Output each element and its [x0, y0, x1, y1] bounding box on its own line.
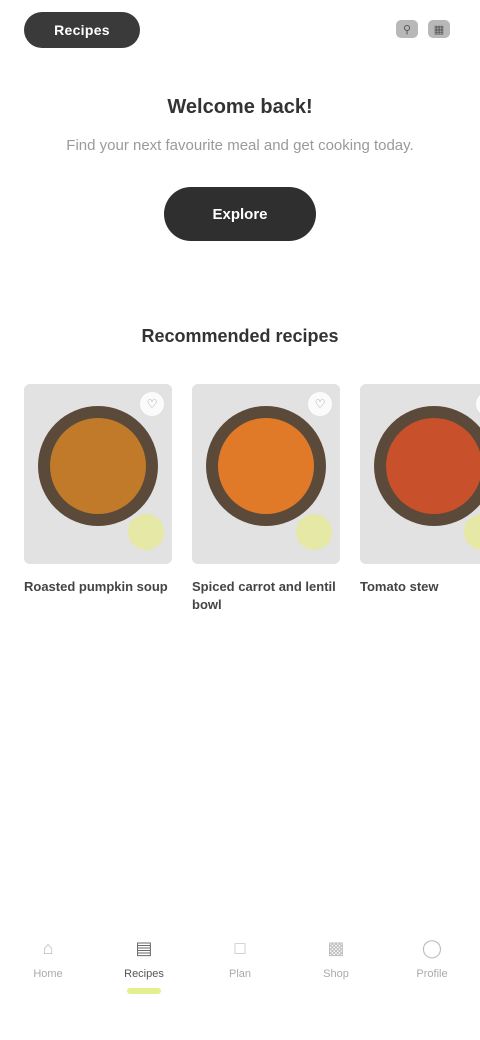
- bottom-nav: ⌂ Home ▤ Recipes □ Plan ▩ Shop ◯ Profile: [0, 920, 480, 1030]
- recipe-title[interactable]: Tomato stew: [360, 578, 480, 596]
- recipe-card[interactable]: ♡ Roasted pumpkin soup: [24, 384, 172, 614]
- heart-icon[interactable]: ♡: [308, 392, 332, 416]
- hero-title: Welcome back!: [167, 96, 313, 118]
- nav-indicator: [415, 988, 449, 994]
- top-bar: Recipes ⚲ ▦: [0, 0, 480, 64]
- recipe-card[interactable]: ♡ Spiced carrot and lentil bowl: [192, 384, 340, 614]
- nav-item-shop[interactable]: ▩ Shop: [296, 936, 376, 994]
- recipe-title[interactable]: Roasted pumpkin soup: [24, 578, 172, 596]
- nav-item-plan[interactable]: □ Plan: [200, 936, 280, 994]
- nav-indicator: [31, 988, 65, 994]
- recipe-image[interactable]: ♡: [24, 384, 172, 564]
- book-icon: ▤: [135, 937, 153, 958]
- food-shape: [386, 418, 480, 514]
- nav-item-recipes[interactable]: ▤ Recipes: [104, 936, 184, 994]
- recipe-card[interactable]: ♡ Tomato stew: [360, 384, 480, 614]
- hero-subtitle: Find your next favourite meal and get co…: [66, 137, 414, 154]
- nav-label: Home: [33, 968, 63, 980]
- recipe-title[interactable]: Spiced carrot and lentil bowl: [192, 578, 340, 614]
- recipe-carousel[interactable]: ♡ Roasted pumpkin soup ♡ Spiced carrot a…: [24, 384, 480, 644]
- hero-section: Welcome back! Find your next favourite m…: [0, 96, 480, 241]
- bag-icon: ▩: [327, 937, 345, 958]
- food-shape: [218, 418, 314, 514]
- carousel-track: ♡ Roasted pumpkin soup ♡ Spiced carrot a…: [24, 384, 480, 614]
- user-icon: ◯: [421, 937, 443, 958]
- garnish-shape: [128, 514, 164, 550]
- section-title: Recommended recipes: [141, 326, 339, 346]
- nav-indicator: [127, 988, 161, 994]
- brand-pill[interactable]: Recipes: [24, 12, 140, 48]
- heart-icon[interactable]: ♡: [476, 392, 480, 416]
- top-actions: ⚲ ▦: [396, 20, 450, 38]
- nav-label: Recipes: [124, 968, 164, 980]
- search-icon[interactable]: ⚲: [396, 20, 418, 38]
- garnish-shape: [464, 514, 480, 550]
- recipe-image[interactable]: ♡: [192, 384, 340, 564]
- recipe-image[interactable]: ♡: [360, 384, 480, 564]
- nav-label: Plan: [228, 968, 252, 980]
- heart-icon[interactable]: ♡: [140, 392, 164, 416]
- nav-indicator: [319, 988, 353, 994]
- nav-label: Profile: [416, 968, 448, 980]
- calendar-icon: □: [234, 937, 246, 958]
- nav-indicator: [223, 988, 257, 994]
- nav-label: Shop: [323, 968, 349, 980]
- nav-item-home[interactable]: ⌂ Home: [8, 936, 88, 994]
- explore-button[interactable]: Explore: [164, 187, 316, 241]
- food-shape: [50, 418, 146, 514]
- garnish-shape: [296, 514, 332, 550]
- nav-item-profile[interactable]: ◯ Profile: [392, 936, 472, 994]
- cart-icon[interactable]: ▦: [428, 20, 450, 38]
- home-icon: ⌂: [42, 937, 54, 958]
